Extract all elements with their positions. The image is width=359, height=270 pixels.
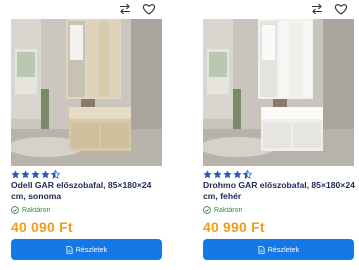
product-card[interactable]: Drohmo GAR előszobafal, 85×180×24 cm, fe…	[196, 0, 356, 270]
details-button[interactable]: Részletek	[203, 239, 354, 260]
document-icon	[258, 245, 265, 254]
details-button[interactable]: Részletek	[11, 239, 162, 260]
check-circle-icon	[11, 206, 19, 214]
star-half-icon	[243, 170, 252, 179]
compare-arrows-icon[interactable]	[118, 2, 132, 16]
product-title[interactable]: Drohmo GAR előszobafal, 85×180×24 cm, fe…	[203, 180, 356, 202]
details-button-label: Részletek	[267, 245, 300, 254]
card-actions	[300, 2, 356, 16]
hallway-furniture-photo	[11, 19, 162, 166]
stock-status: Raktáron	[203, 205, 242, 215]
rating-stars	[11, 170, 60, 179]
star-icon	[31, 170, 40, 179]
star-icon	[41, 170, 50, 179]
document-icon	[66, 245, 73, 254]
stock-status: Raktáron	[11, 205, 50, 215]
star-icon	[11, 170, 20, 179]
star-icon	[21, 170, 30, 179]
star-icon	[213, 170, 222, 179]
card-actions	[108, 2, 164, 16]
star-icon	[203, 170, 212, 179]
hallway-furniture-photo	[203, 19, 354, 166]
product-price: 40 090 Ft	[11, 219, 73, 235]
product-image[interactable]	[203, 19, 354, 166]
stock-label: Raktáron	[22, 206, 51, 214]
stock-label: Raktáron	[214, 206, 243, 214]
star-icon	[233, 170, 242, 179]
heart-outline-icon[interactable]	[142, 2, 156, 16]
product-image[interactable]	[11, 19, 162, 166]
product-card[interactable]: Odell GAR előszobafal, 85×180×24 cm, son…	[4, 0, 164, 270]
details-button-label: Részletek	[75, 245, 108, 254]
product-title[interactable]: Odell GAR előszobafal, 85×180×24 cm, son…	[11, 180, 164, 202]
rating-stars	[203, 170, 252, 179]
heart-outline-icon[interactable]	[334, 2, 348, 16]
product-price: 40 990 Ft	[203, 219, 265, 235]
star-icon	[223, 170, 232, 179]
compare-arrows-icon[interactable]	[310, 2, 324, 16]
star-half-icon	[51, 170, 60, 179]
check-circle-icon	[203, 206, 211, 214]
